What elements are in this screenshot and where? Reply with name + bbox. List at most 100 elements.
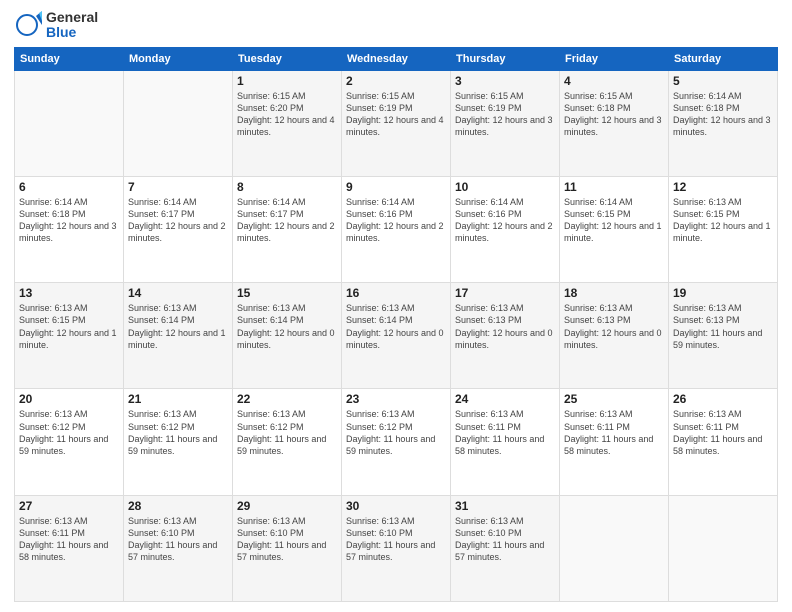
calendar-cell: 12Sunrise: 6:13 AM Sunset: 6:15 PM Dayli… (669, 177, 778, 283)
day-info: Sunrise: 6:15 AM Sunset: 6:19 PM Dayligh… (455, 90, 555, 139)
week-row-3: 13 Sunrise: 6:13 AM Sunset: 6:15 PM Dayli… (15, 283, 778, 389)
day-info: Sunrise: 6:13 AM Sunset: 6:10 PM Dayligh… (128, 515, 228, 564)
day-info: Sunrise: 6:13 AM Sunset: 6:14 PM Dayligh… (128, 302, 228, 351)
calendar-cell: 15 Sunrise: 6:13 AM Sunset: 6:14 PM Dayli… (233, 283, 342, 389)
logo: GeneralBlue (14, 10, 98, 41)
weekday-header-row: SundayMondayTuesdayWednesdayThursdayFrid… (15, 47, 778, 70)
day-info: Sunrise: 6:13 AM Sunset: 6:12 PM Dayligh… (346, 408, 446, 457)
calendar-cell (560, 495, 669, 601)
day-info: Sunrise: 6:15 AM Sunset: 6:20 PM Dayligh… (237, 90, 337, 139)
weekday-header-thursday: Thursday (451, 47, 560, 70)
day-number: 21 (128, 392, 228, 406)
day-number: 3 (455, 74, 555, 88)
day-number: 2 (346, 74, 446, 88)
day-number: 16 (346, 286, 446, 300)
calendar-cell: 18 Sunrise: 6:13 AM Sunset: 6:13 PM Dayli… (560, 283, 669, 389)
day-number: 14 (128, 286, 228, 300)
day-info: Sunrise: 6:14 AM Sunset: 6:17 PM Dayligh… (237, 196, 337, 245)
week-row-2: 6 Sunrise: 6:14 AM Sunset: 6:18 PM Daylig… (15, 177, 778, 283)
calendar-cell: 13 Sunrise: 6:13 AM Sunset: 6:15 PM Dayli… (15, 283, 124, 389)
day-info: Sunrise: 6:13 AM Sunset: 6:10 PM Dayligh… (237, 515, 337, 564)
calendar-cell: 24 Sunrise: 6:13 AM Sunset: 6:11 PM Dayli… (451, 389, 560, 495)
day-number: 25 (564, 392, 664, 406)
calendar-cell: 23 Sunrise: 6:13 AM Sunset: 6:12 PM Dayli… (342, 389, 451, 495)
calendar-cell (124, 70, 233, 176)
weekday-header-monday: Monday (124, 47, 233, 70)
calendar-cell (15, 70, 124, 176)
day-info: Sunrise: 6:14 AM Sunset: 6:17 PM Dayligh… (128, 196, 228, 245)
calendar-cell: 27 Sunrise: 6:13 AM Sunset: 6:11 PM Dayli… (15, 495, 124, 601)
logo-icon (14, 11, 42, 39)
day-number: 27 (19, 499, 119, 513)
day-info: Sunrise: 6:14 AM Sunset: 6:16 PM Dayligh… (455, 196, 555, 245)
day-info: Sunrise: 6:13 AM Sunset: 6:13 PM Dayligh… (564, 302, 664, 351)
day-number: 26 (673, 392, 773, 406)
day-info: Sunrise: 6:13 AM Sunset: 6:13 PM Dayligh… (455, 302, 555, 351)
day-info: Sunrise: 6:13 AM Sunset: 6:12 PM Dayligh… (128, 408, 228, 457)
calendar-cell: 8 Sunrise: 6:14 AM Sunset: 6:17 PM Daylig… (233, 177, 342, 283)
calendar-cell: 17Sunrise: 6:13 AM Sunset: 6:13 PM Dayli… (451, 283, 560, 389)
day-info: Sunrise: 6:13 AM Sunset: 6:14 PM Dayligh… (237, 302, 337, 351)
day-info: Sunrise: 6:13 AM Sunset: 6:10 PM Dayligh… (346, 515, 446, 564)
day-info: Sunrise: 6:14 AM Sunset: 6:15 PM Dayligh… (564, 196, 664, 245)
calendar-cell: 2 Sunrise: 6:15 AM Sunset: 6:19 PM Daylig… (342, 70, 451, 176)
calendar-cell: 7Sunrise: 6:14 AM Sunset: 6:17 PM Daylig… (124, 177, 233, 283)
week-row-5: 27 Sunrise: 6:13 AM Sunset: 6:11 PM Dayli… (15, 495, 778, 601)
day-number: 23 (346, 392, 446, 406)
calendar-cell: 19Sunrise: 6:13 AM Sunset: 6:13 PM Dayli… (669, 283, 778, 389)
day-info: Sunrise: 6:13 AM Sunset: 6:15 PM Dayligh… (19, 302, 119, 351)
day-number: 10 (455, 180, 555, 194)
day-info: Sunrise: 6:14 AM Sunset: 6:16 PM Dayligh… (346, 196, 446, 245)
day-number: 1 (237, 74, 337, 88)
day-number: 19 (673, 286, 773, 300)
logo-general-text: General (46, 10, 98, 25)
calendar-cell: 3 Sunrise: 6:15 AM Sunset: 6:19 PM Daylig… (451, 70, 560, 176)
calendar-cell: 29 Sunrise: 6:13 AM Sunset: 6:10 PM Dayli… (233, 495, 342, 601)
calendar-cell: 22Sunrise: 6:13 AM Sunset: 6:12 PM Dayli… (233, 389, 342, 495)
calendar-cell: 25 Sunrise: 6:13 AM Sunset: 6:11 PM Dayli… (560, 389, 669, 495)
day-info: Sunrise: 6:13 AM Sunset: 6:14 PM Dayligh… (346, 302, 446, 351)
week-row-4: 20 Sunrise: 6:13 AM Sunset: 6:12 PM Dayli… (15, 389, 778, 495)
calendar-cell: 6 Sunrise: 6:14 AM Sunset: 6:18 PM Daylig… (15, 177, 124, 283)
day-number: 24 (455, 392, 555, 406)
day-info: Sunrise: 6:13 AM Sunset: 6:11 PM Dayligh… (673, 408, 773, 457)
calendar-cell: 11Sunrise: 6:14 AM Sunset: 6:15 PM Dayli… (560, 177, 669, 283)
day-info: Sunrise: 6:15 AM Sunset: 6:19 PM Dayligh… (346, 90, 446, 139)
day-number: 29 (237, 499, 337, 513)
day-info: Sunrise: 6:13 AM Sunset: 6:15 PM Dayligh… (673, 196, 773, 245)
calendar-cell: 28 Sunrise: 6:13 AM Sunset: 6:10 PM Dayli… (124, 495, 233, 601)
day-number: 20 (19, 392, 119, 406)
day-info: Sunrise: 6:15 AM Sunset: 6:18 PM Dayligh… (564, 90, 664, 139)
calendar-cell: 20 Sunrise: 6:13 AM Sunset: 6:12 PM Dayli… (15, 389, 124, 495)
day-number: 15 (237, 286, 337, 300)
day-number: 30 (346, 499, 446, 513)
calendar-cell: 4Sunrise: 6:15 AM Sunset: 6:18 PM Daylig… (560, 70, 669, 176)
week-row-1: 1 Sunrise: 6:15 AM Sunset: 6:20 PM Daylig… (15, 70, 778, 176)
day-number: 28 (128, 499, 228, 513)
day-number: 13 (19, 286, 119, 300)
calendar-header: SundayMondayTuesdayWednesdayThursdayFrid… (15, 47, 778, 70)
calendar-cell (669, 495, 778, 601)
day-info: Sunrise: 6:13 AM Sunset: 6:11 PM Dayligh… (19, 515, 119, 564)
weekday-header-sunday: Sunday (15, 47, 124, 70)
day-number: 8 (237, 180, 337, 194)
calendar-cell: 5 Sunrise: 6:14 AM Sunset: 6:18 PM Daylig… (669, 70, 778, 176)
day-info: Sunrise: 6:13 AM Sunset: 6:12 PM Dayligh… (237, 408, 337, 457)
day-number: 6 (19, 180, 119, 194)
top-section: GeneralBlue (14, 10, 778, 41)
day-number: 31 (455, 499, 555, 513)
day-number: 18 (564, 286, 664, 300)
logo-blue-text: Blue (46, 25, 98, 40)
calendar-cell: 9Sunrise: 6:14 AM Sunset: 6:16 PM Daylig… (342, 177, 451, 283)
weekday-header-tuesday: Tuesday (233, 47, 342, 70)
day-info: Sunrise: 6:13 AM Sunset: 6:11 PM Dayligh… (455, 408, 555, 457)
day-number: 5 (673, 74, 773, 88)
day-info: Sunrise: 6:13 AM Sunset: 6:11 PM Dayligh… (564, 408, 664, 457)
weekday-header-saturday: Saturday (669, 47, 778, 70)
day-info: Sunrise: 6:13 AM Sunset: 6:12 PM Dayligh… (19, 408, 119, 457)
calendar-cell: 30 Sunrise: 6:13 AM Sunset: 6:10 PM Dayli… (342, 495, 451, 601)
weekday-header-friday: Friday (560, 47, 669, 70)
day-info: Sunrise: 6:14 AM Sunset: 6:18 PM Dayligh… (19, 196, 119, 245)
calendar-table: SundayMondayTuesdayWednesdayThursdayFrid… (14, 47, 778, 602)
day-info: Sunrise: 6:14 AM Sunset: 6:18 PM Dayligh… (673, 90, 773, 139)
